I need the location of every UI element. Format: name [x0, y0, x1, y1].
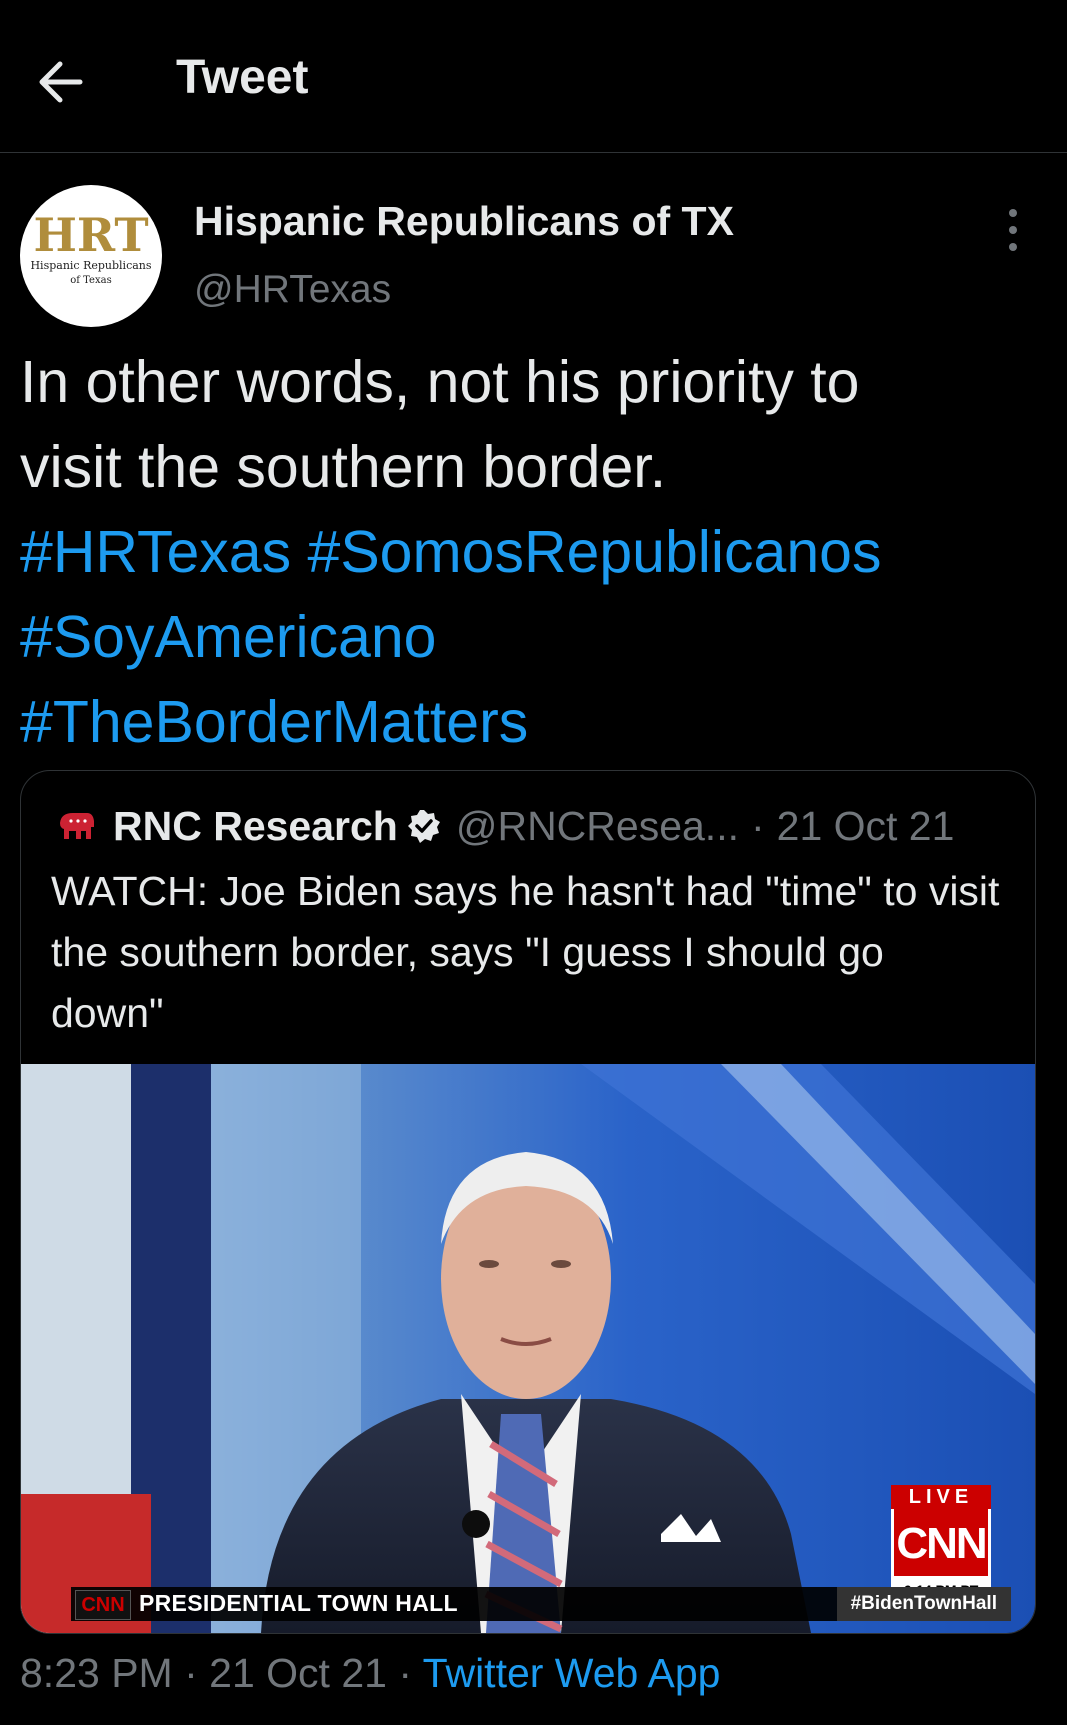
- author-name[interactable]: Hispanic Republicans of TX: [194, 198, 734, 245]
- verified-badge-icon: [407, 810, 440, 843]
- hashtag-link[interactable]: #SomosRepublicanos: [308, 519, 882, 585]
- cnn-logo: CNN: [891, 1509, 991, 1579]
- lower-third-banner: CNN PRESIDENTIAL TOWN HALL #BidenTownHal…: [71, 1587, 1011, 1621]
- quoted-tweet[interactable]: RNC Research @RNCResea... · 21 Oct 21 WA…: [20, 770, 1036, 1634]
- logo-letters: HRT: [33, 208, 148, 262]
- back-button[interactable]: [30, 50, 94, 114]
- tweet-text: In other words, not his priority to visi…: [20, 340, 1040, 765]
- logo-subtitle-2: of Texas: [70, 275, 111, 286]
- author-handle[interactable]: @HRTexas: [194, 268, 391, 312]
- quoted-tweet-header: RNC Research @RNCResea... · 21 Oct 21: [57, 801, 954, 851]
- republican-elephant-icon: [60, 813, 94, 839]
- tweet-date[interactable]: 21 Oct 21: [209, 1650, 387, 1696]
- more-options-button[interactable]: [995, 205, 1031, 255]
- hashtag-link[interactable]: #SoyAmericano: [20, 604, 437, 670]
- hashtag-link[interactable]: #HRTexas: [20, 519, 291, 585]
- video-frame: [21, 1064, 1035, 1633]
- more-vertical-icon: [1009, 209, 1017, 251]
- tweet-metadata: 8:23 PM · 21 Oct 21 · Twitter Web App: [20, 1650, 720, 1697]
- page-title: Tweet: [176, 51, 309, 104]
- cnn-live-bug: LIVE CNN 6:14 PM PT: [891, 1485, 991, 1601]
- tweet-time[interactable]: 8:23 PM: [20, 1650, 173, 1696]
- tweet-text-line: visit the southern border.: [20, 434, 667, 500]
- quoted-author-handle[interactable]: @RNCResea...: [456, 803, 739, 850]
- quoted-date[interactable]: 21 Oct 21: [777, 803, 955, 850]
- live-label: LIVE: [891, 1485, 991, 1509]
- author-avatar[interactable]: HRT Hispanic Republicans of Texas: [20, 185, 162, 327]
- quoted-author-name[interactable]: RNC Research: [113, 803, 398, 850]
- lower-third-logo: CNN: [75, 1590, 131, 1620]
- separator-dot: ·: [750, 802, 765, 849]
- separator-dot: ·: [184, 1650, 198, 1696]
- arrow-left-icon: [39, 61, 83, 103]
- lower-third-text: PRESIDENTIAL TOWN HALL: [139, 1590, 458, 1616]
- logo-subtitle-1: Hispanic Republicans: [30, 259, 151, 272]
- hrt-logo: HRT Hispanic Republicans of Texas: [30, 208, 151, 286]
- quoted-tweet-text: WATCH: Joe Biden says he hasn't had "tim…: [51, 868, 1000, 1036]
- separator-dot: ·: [398, 1650, 413, 1696]
- tweet-text-line: In other words, not his priority to: [20, 349, 860, 415]
- quoted-video[interactable]: LIVE CNN 6:14 PM PT CNN PRESIDENTIAL TOW…: [21, 1064, 1035, 1633]
- hashtag-link[interactable]: #TheBorderMatters: [20, 689, 528, 755]
- top-bar: Tweet: [0, 0, 1067, 153]
- lower-third-hashtag: #BidenTownHall: [836, 1587, 1011, 1621]
- source-app-link[interactable]: Twitter Web App: [423, 1650, 721, 1696]
